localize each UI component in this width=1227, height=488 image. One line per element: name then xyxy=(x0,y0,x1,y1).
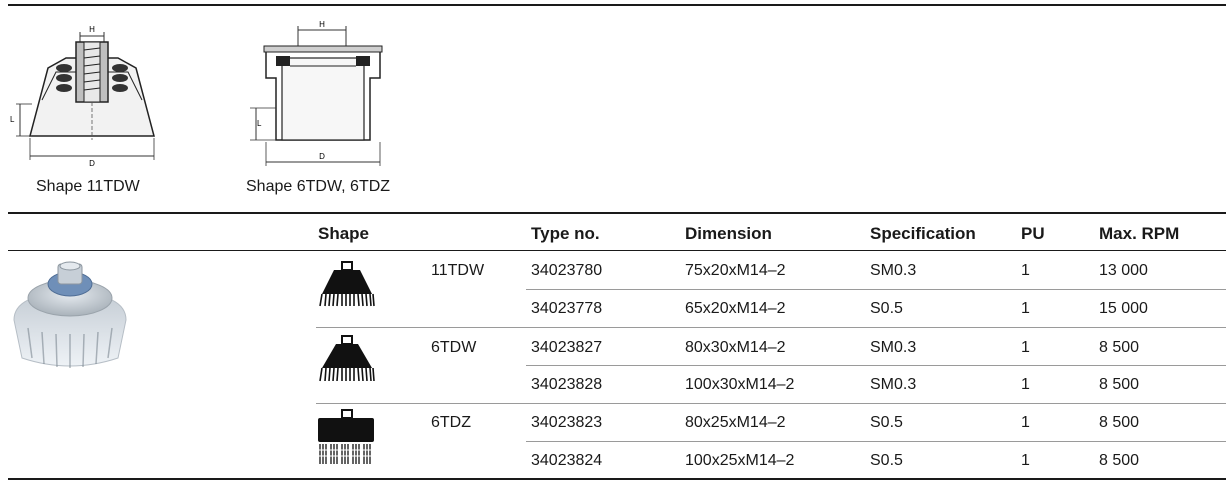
table-top-rule xyxy=(8,212,1226,214)
row6-specification: S0.5 xyxy=(870,452,903,469)
row4-type-no: 34023828 xyxy=(531,376,603,393)
brush-6tdz-icon xyxy=(316,408,378,471)
row1-dimension: 75x20xM14–2 xyxy=(685,262,786,279)
header-specification: Specification xyxy=(870,224,976,243)
shape-6tdw-diagram: H L D xyxy=(246,18,396,178)
group-separator xyxy=(316,403,1226,404)
row6-max-rpm: 8 500 xyxy=(1099,452,1140,469)
row3-shape: 6TDW xyxy=(431,339,477,356)
row5-specification: S0.5 xyxy=(870,414,903,431)
row4-dimension: 100x30xM14–2 xyxy=(685,376,795,393)
row2-specification: S0.5 xyxy=(870,300,903,317)
shape-11tdw-diagram: H L D xyxy=(8,18,178,178)
group-separator xyxy=(316,327,1226,328)
row5-pu: 1 xyxy=(1021,414,1030,431)
header-dimension: Dimension xyxy=(685,224,772,243)
row4-specification: SM0.3 xyxy=(870,376,917,393)
row3-max-rpm: 8 500 xyxy=(1099,339,1140,356)
header-max-rpm: Max. RPM xyxy=(1099,224,1180,243)
row3-type-no: 34023827 xyxy=(531,339,603,356)
header-type-no: Type no. xyxy=(531,224,600,243)
row1-max-rpm: 13 000 xyxy=(1099,262,1148,279)
row3-dimension: 80x30xM14–2 xyxy=(685,339,786,356)
row5-max-rpm: 8 500 xyxy=(1099,414,1140,431)
row1-specification: SM0.3 xyxy=(870,262,917,279)
dim-d-label-2: D xyxy=(319,152,325,161)
row-separator xyxy=(526,441,1226,442)
dim-d-label: D xyxy=(89,159,95,168)
row1-pu: 1 xyxy=(1021,262,1030,279)
top-rule xyxy=(8,4,1226,6)
row6-dimension: 100x25xM14–2 xyxy=(685,452,795,469)
caption-shape-11tdw: Shape 11TDW xyxy=(36,178,140,195)
row1-type-no: 34023780 xyxy=(531,262,603,279)
row3-pu: 1 xyxy=(1021,339,1030,356)
row3-specification: SM0.3 xyxy=(870,339,917,356)
row2-max-rpm: 15 000 xyxy=(1099,300,1148,317)
row6-type-no: 34023824 xyxy=(531,452,603,469)
row2-pu: 1 xyxy=(1021,300,1030,317)
row5-type-no: 34023823 xyxy=(531,414,603,431)
brush-11tdw-icon xyxy=(316,260,378,315)
row-separator xyxy=(526,365,1226,366)
dim-l-label-2: L xyxy=(257,119,262,128)
header-pu: PU xyxy=(1021,224,1045,243)
header-shape: Shape xyxy=(318,224,370,243)
dim-h-label: H xyxy=(89,25,95,34)
row2-dimension: 65x20xM14–2 xyxy=(685,300,786,317)
row2-type-no: 34023778 xyxy=(531,300,603,317)
table-bottom-rule xyxy=(8,478,1226,480)
row5-shape: 6TDZ xyxy=(431,414,471,431)
product-image-cup-brush xyxy=(6,254,134,383)
dim-h-label-2: H xyxy=(319,20,325,29)
row4-pu: 1 xyxy=(1021,376,1030,393)
header-rule xyxy=(8,250,1226,251)
row1-shape: 11TDW xyxy=(431,262,485,279)
dim-l-label: L xyxy=(10,115,15,124)
row4-max-rpm: 8 500 xyxy=(1099,376,1140,393)
row6-pu: 1 xyxy=(1021,452,1030,469)
row-separator xyxy=(526,289,1226,290)
row5-dimension: 80x25xM14–2 xyxy=(685,414,786,431)
caption-shape-6tdw-6tdz: Shape 6TDW, 6TDZ xyxy=(246,178,391,195)
brush-6tdw-icon xyxy=(316,334,378,389)
